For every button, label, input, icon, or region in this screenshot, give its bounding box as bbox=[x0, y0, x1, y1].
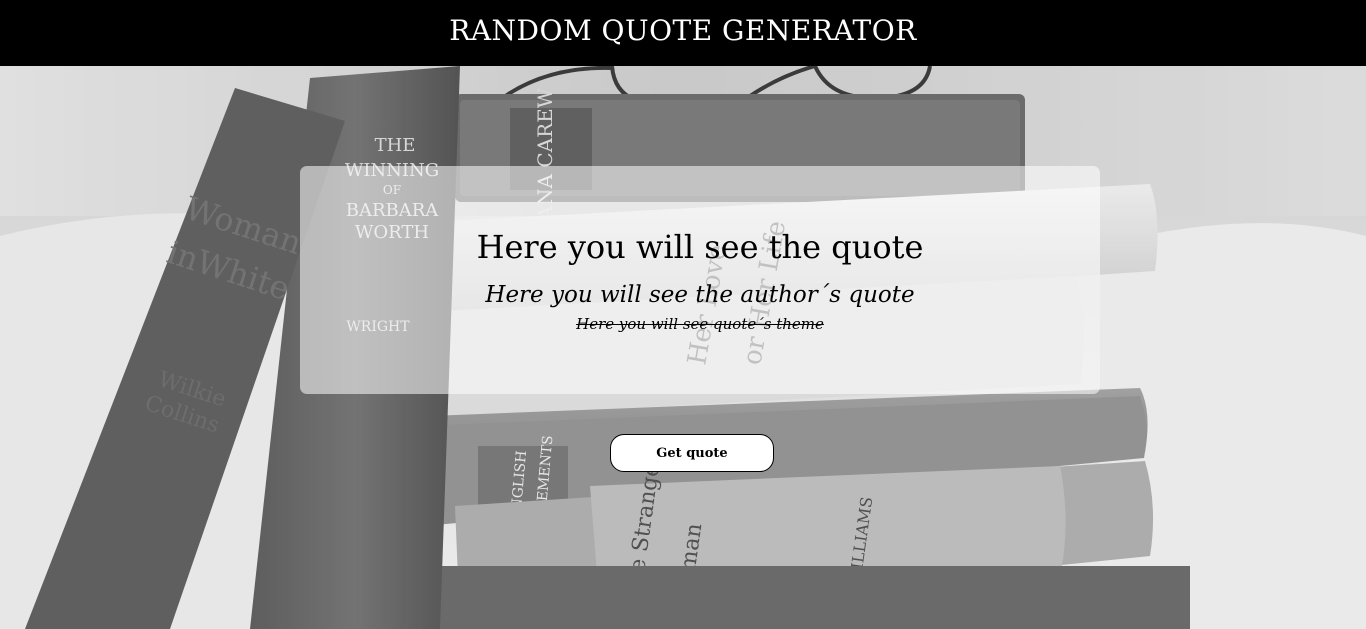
quote-author: Here you will see the author´s quote bbox=[485, 282, 915, 308]
app-title: RANDOM QUOTE GENERATOR bbox=[449, 13, 917, 47]
page: DIANA CAREW Her Love or Her Life ENGLISH… bbox=[0, 0, 1366, 629]
quote-card: Here you will see the quote Here you wil… bbox=[300, 166, 1100, 394]
get-quote-button[interactable]: Get quote bbox=[610, 434, 774, 472]
quote-theme: Here you will see quote´s theme bbox=[576, 315, 824, 333]
quote-text: Here you will see the quote bbox=[476, 228, 924, 266]
app-header: RANDOM QUOTE GENERATOR bbox=[0, 0, 1366, 66]
